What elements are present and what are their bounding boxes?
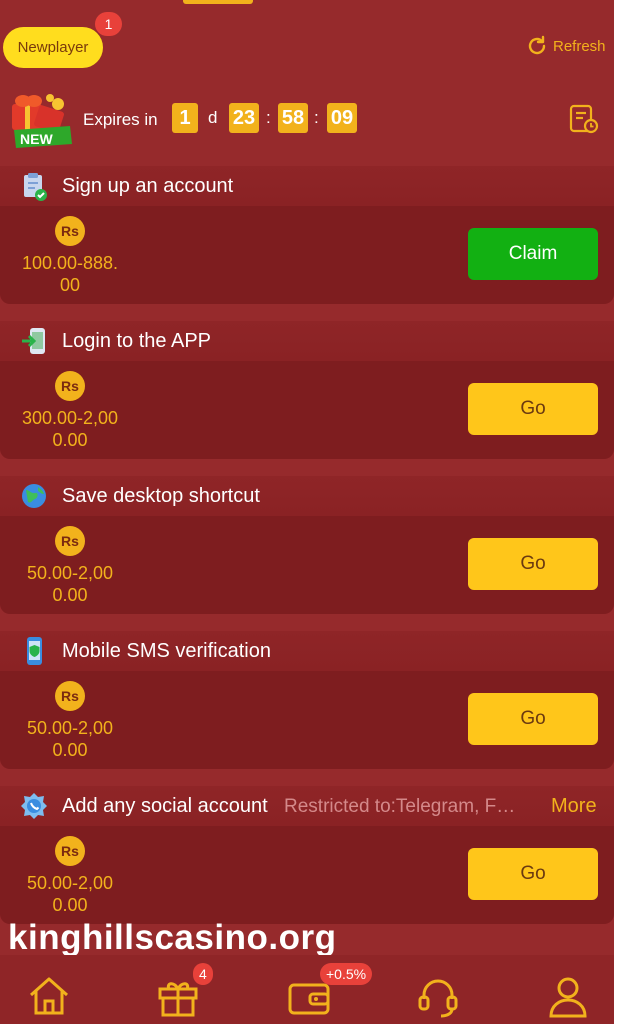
home-icon xyxy=(30,977,68,1015)
task-card-desktop-shortcut: Save desktop shortcut Rs 50.00-2,00 0.00 … xyxy=(0,476,614,614)
task-header: Sign up an account xyxy=(0,166,614,206)
days-unit: d xyxy=(208,108,218,127)
task-card-social-account: Add any social account Restricted to:Tel… xyxy=(0,786,614,924)
seconds-box: 09 xyxy=(327,103,357,133)
rupee-coin-icon: Rs xyxy=(55,681,85,711)
task-body: Rs 50.00-2,00 0.00 Go xyxy=(0,516,614,614)
go-button[interactable]: Go xyxy=(468,383,598,435)
reward-amount: 50.00-2,00 0.00 xyxy=(26,563,114,605)
history-icon[interactable] xyxy=(567,103,599,135)
watermark-text: kinghillscasino.org xyxy=(8,918,337,957)
refresh-icon xyxy=(528,35,546,55)
reward-amount: 50.00-2,00 0.00 xyxy=(26,718,114,760)
task-body: Rs 50.00-2,00 0.00 Go xyxy=(0,826,614,924)
task-header: Save desktop shortcut xyxy=(0,476,614,516)
minutes-box: 58 xyxy=(278,103,308,133)
go-button[interactable]: Go xyxy=(468,538,598,590)
task-title: Login to the APP xyxy=(62,330,212,352)
nav-home[interactable] xyxy=(26,973,72,1019)
expiry-row: NEW Expires in 1 d 23 : 58 : 09 xyxy=(0,88,614,150)
phone-shield-icon xyxy=(27,637,42,665)
task-title: Mobile SMS verification xyxy=(62,640,271,662)
go-button[interactable]: Go xyxy=(468,693,598,745)
task-header: Mobile SMS verification xyxy=(0,631,614,671)
globe-icon xyxy=(22,484,46,508)
task-title: Save desktop shortcut xyxy=(62,485,260,507)
task-card-sms-verification: Mobile SMS verification Rs 50.00-2,00 0.0… xyxy=(0,631,614,769)
rupee-coin-icon: Rs xyxy=(55,371,85,401)
user-icon xyxy=(549,977,587,1018)
task-header: Add any social account Restricted to:Tel… xyxy=(0,786,614,826)
newplayer-tab-label: Newplayer xyxy=(17,39,89,56)
expires-label: Expires in xyxy=(83,110,158,129)
app-screen: Newplayer 1 Refresh NEW Expires in 1 d 2… xyxy=(0,0,614,1024)
restricted-note: Restricted to:Telegram, F… xyxy=(284,796,516,817)
newplayer-tab[interactable]: Newplayer xyxy=(3,27,103,68)
social-bubble-icon xyxy=(21,793,47,819)
rupee-coin-icon: Rs xyxy=(55,216,85,246)
reward-amount: 300.00-2,00 0.00 xyxy=(21,408,119,450)
gift-badge: 4 xyxy=(193,963,213,985)
top-tab-indicator xyxy=(183,0,253,4)
task-card-login: Login to the APP Rs 300.00-2,00 0.00 Go xyxy=(0,321,614,459)
hours-box: 23 xyxy=(229,103,259,133)
rupee-coin-icon: Rs xyxy=(55,526,85,556)
task-header: Login to the APP xyxy=(0,321,614,361)
task-title: Add any social account xyxy=(62,795,268,817)
task-body: Rs 100.00-888. 00 Claim xyxy=(0,206,614,304)
rupee-coin-icon: Rs xyxy=(55,836,85,866)
reward-amount: 50.00-2,00 0.00 xyxy=(26,873,114,915)
task-card-sign-up: Sign up an account Rs 100.00-888. 00 Clai… xyxy=(0,166,614,304)
nav-support[interactable] xyxy=(415,973,461,1019)
more-link[interactable]: More xyxy=(551,795,597,818)
nav-profile[interactable] xyxy=(545,973,591,1019)
refresh-label: Refresh xyxy=(553,37,606,55)
task-title: Sign up an account xyxy=(62,175,234,197)
go-button[interactable]: Go xyxy=(468,848,598,900)
time-separator: : xyxy=(266,108,271,127)
claim-button[interactable]: Claim xyxy=(468,228,598,280)
task-body: Rs 50.00-2,00 0.00 Go xyxy=(0,671,614,769)
clipboard-check-icon xyxy=(24,173,47,201)
newplayer-tab-badge: 1 xyxy=(95,12,122,36)
time-separator: : xyxy=(314,108,319,127)
phone-login-icon xyxy=(22,328,45,354)
task-body: Rs 300.00-2,00 0.00 Go xyxy=(0,361,614,459)
svg-text:NEW: NEW xyxy=(20,131,53,147)
wallet-badge: +0.5% xyxy=(320,963,373,985)
days-box: 1 xyxy=(172,103,198,133)
refresh-button[interactable]: Refresh xyxy=(525,34,606,58)
bottom-nav: 4 +0.5% xyxy=(0,955,614,1024)
new-gift-icon: NEW xyxy=(12,94,72,148)
headset-icon xyxy=(418,979,458,1018)
reward-amount: 100.00-888. 00 xyxy=(21,253,119,295)
